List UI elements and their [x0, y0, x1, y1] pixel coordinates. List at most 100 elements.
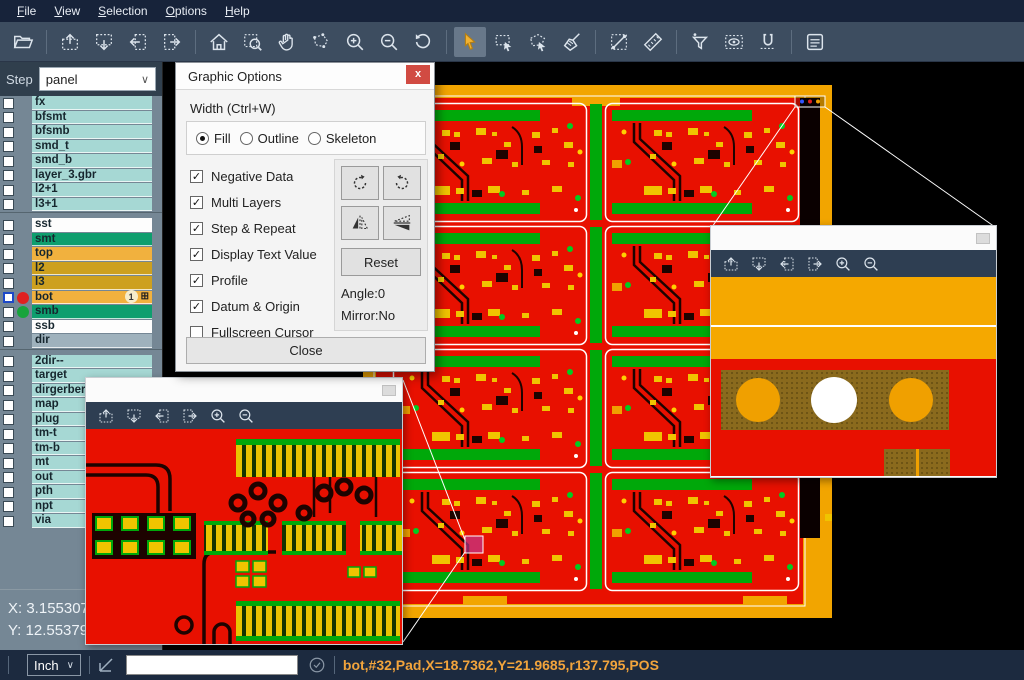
grid-icon[interactable]: ⊞ [141, 292, 149, 302]
frame-down-icon[interactable] [121, 405, 147, 427]
layer-visibility-checkbox[interactable] [3, 185, 14, 196]
measure-line-icon[interactable] [603, 27, 635, 57]
layer-visibility-checkbox[interactable] [3, 321, 14, 332]
radio-outline[interactable]: Outline [240, 131, 299, 146]
layer-row-layer_3.gbr[interactable]: layer_3.gbr [0, 169, 162, 184]
layer-visibility-checkbox[interactable] [3, 170, 14, 181]
filter-icon[interactable] [684, 27, 716, 57]
zoom-out-icon[interactable] [373, 27, 405, 57]
layer-row-sst[interactable]: sst [0, 218, 162, 233]
layer-visibility-checkbox[interactable] [3, 156, 14, 167]
zoom-out-icon[interactable] [233, 405, 259, 427]
checkbox-display-text-value[interactable]: ✓Display Text Value [190, 241, 317, 267]
dialog-title-bar[interactable]: Graphic Options x [176, 63, 434, 90]
layer-row-fx[interactable]: fx [0, 96, 162, 111]
menu-options[interactable]: Options [157, 2, 216, 20]
layer-row-l2[interactable]: l2 [0, 262, 162, 277]
layer-visibility-checkbox[interactable] [3, 443, 14, 454]
layer-row-l2+1[interactable]: l2+1 [0, 183, 162, 198]
layer-label[interactable]: l2+1 [32, 183, 152, 197]
layer-visibility-checkbox[interactable] [3, 249, 14, 260]
unit-select[interactable]: Inch ∨ [27, 654, 81, 676]
layer-visibility-checkbox[interactable] [3, 371, 14, 382]
layer-label[interactable]: l2 [32, 262, 152, 276]
radio-dot[interactable] [196, 132, 209, 145]
zoom-polygon-icon[interactable] [305, 27, 337, 57]
layer-label[interactable]: layer_3.gbr [32, 169, 152, 183]
zoom-in-icon[interactable] [339, 27, 371, 57]
zoom-previous-icon[interactable] [407, 27, 439, 57]
command-input[interactable] [126, 655, 298, 675]
open-folder-icon[interactable] [7, 27, 39, 57]
layer-label[interactable]: ssb [32, 320, 152, 334]
menu-file[interactable]: File [8, 2, 45, 20]
layer-row-bot[interactable]: bot1⊞ [0, 291, 162, 306]
layer-visibility-checkbox[interactable] [3, 234, 14, 245]
popup-window-button[interactable] [976, 233, 990, 244]
menu-help[interactable]: Help [216, 2, 259, 20]
layer-visibility-checkbox[interactable] [3, 98, 14, 109]
layer-color-indicator[interactable] [17, 306, 29, 318]
layer-row-dir[interactable]: dir [0, 334, 162, 349]
layer-row-smd_t[interactable]: smd_t [0, 140, 162, 155]
layer-row-ssb[interactable]: ssb [0, 320, 162, 335]
ruler-icon[interactable] [637, 27, 669, 57]
magnifier-popup-bottom-left[interactable] [85, 377, 403, 645]
layer-visibility-checkbox[interactable] [3, 400, 14, 411]
mirror-horizontal-button[interactable] [383, 206, 421, 240]
layer-label[interactable]: bot1⊞ [32, 291, 152, 305]
popup-title-bar[interactable] [86, 378, 402, 402]
layer-list-icon[interactable] [799, 27, 831, 57]
popup-window-button[interactable] [382, 385, 396, 396]
layer-visibility-checkbox[interactable] [3, 385, 14, 396]
layer-label[interactable]: 2dir-- [32, 355, 152, 369]
snap-icon[interactable] [752, 27, 784, 57]
checkbox-multi-layers[interactable]: ✓Multi Layers [190, 189, 317, 215]
layer-visibility-checkbox[interactable] [3, 429, 14, 440]
frame-up-icon[interactable] [718, 253, 744, 275]
layer-visibility-checkbox[interactable] [3, 292, 14, 303]
magnifier-popup-top-right[interactable] [710, 225, 997, 478]
layer-row-bfsmb[interactable]: bfsmb [0, 125, 162, 140]
layer-row-smb[interactable]: smb [0, 305, 162, 320]
rotate-cw-button[interactable] [341, 166, 379, 200]
layer-visibility-checkbox[interactable] [3, 414, 14, 425]
layer-label[interactable]: l3+1 [32, 198, 152, 212]
layer-row-bfsmt[interactable]: bfsmt [0, 111, 162, 126]
layer-row-smt[interactable]: smt [0, 233, 162, 248]
rotate-ccw-button[interactable] [383, 166, 421, 200]
layer-row-l3[interactable]: l3 [0, 276, 162, 291]
radio-dot[interactable] [240, 132, 253, 145]
layer-label[interactable]: top [32, 247, 152, 261]
layer-visibility-checkbox[interactable] [3, 127, 14, 138]
radio-dot[interactable] [308, 132, 321, 145]
nudge-down-icon[interactable] [88, 27, 120, 57]
home-icon[interactable] [203, 27, 235, 57]
layer-visibility-checkbox[interactable] [3, 112, 14, 123]
show-box-icon[interactable] [718, 27, 750, 57]
layer-visibility-checkbox[interactable] [3, 278, 14, 289]
frame-right-icon[interactable] [177, 405, 203, 427]
nudge-left-icon[interactable] [122, 27, 154, 57]
layer-visibility-checkbox[interactable] [3, 458, 14, 469]
clean-brush-icon[interactable] [556, 27, 588, 57]
apply-icon[interactable] [308, 656, 326, 674]
frame-down-icon[interactable] [746, 253, 772, 275]
layer-label[interactable]: smb [32, 305, 152, 319]
graphic-options-dialog[interactable]: Graphic Options x Width (Ctrl+W) FillOut… [175, 62, 435, 372]
popup-pcb-view[interactable] [86, 429, 402, 644]
zoom-out-icon[interactable] [858, 253, 884, 275]
mirror-vertical-button[interactable] [341, 206, 379, 240]
nudge-right-icon[interactable] [156, 27, 188, 57]
zoom-window-icon[interactable] [237, 27, 269, 57]
zoom-in-icon[interactable] [830, 253, 856, 275]
layer-visibility-checkbox[interactable] [3, 336, 14, 347]
checkbox-negative-data[interactable]: ✓Negative Data [190, 163, 317, 189]
layer-row-top[interactable]: top [0, 247, 162, 262]
menu-selection[interactable]: Selection [89, 2, 156, 20]
checkbox-box[interactable]: ✓ [190, 248, 203, 261]
pan-icon[interactable] [271, 27, 303, 57]
layer-visibility-checkbox[interactable] [3, 263, 14, 274]
checkbox-profile[interactable]: ✓Profile [190, 267, 317, 293]
select-arrow-icon[interactable] [454, 27, 486, 57]
